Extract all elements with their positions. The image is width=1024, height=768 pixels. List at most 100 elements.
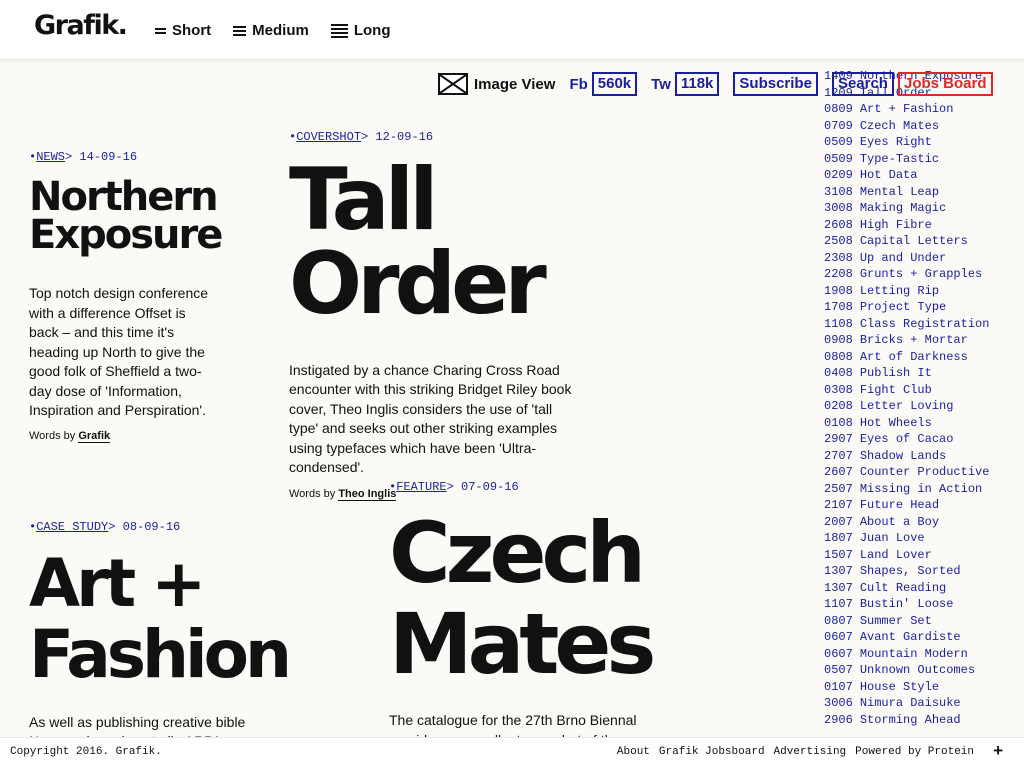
archive-item-date: 0107	[824, 679, 853, 694]
archive-item[interactable]: 2607 Counter Productive	[824, 464, 1024, 481]
archive-item-date: 2907	[824, 432, 853, 446]
archive-item-date: 2607	[824, 465, 853, 479]
archive-item[interactable]: 3006 Nimura Daisuke	[824, 695, 1024, 712]
archive-item-date: 2508	[824, 234, 853, 248]
twitter-count-button[interactable]: 118k	[674, 72, 720, 96]
archive-item-date: 0509	[824, 151, 853, 166]
footer-advertising-link[interactable]: Advertising	[774, 746, 847, 758]
archive-item-title: Avant Gardiste	[859, 630, 961, 644]
jobs-board-button[interactable]: Jobs Board	[897, 72, 993, 96]
archive-item[interactable]: 3008 Making Magic	[824, 200, 1024, 217]
archive-item[interactable]: 2507 Missing in Action	[824, 481, 1024, 498]
archive-item-title: Counter Productive	[859, 465, 990, 479]
archive-item[interactable]: 0509 Eyes Right	[824, 134, 1024, 151]
archive-item[interactable]: 0908 Bricks + Mortar	[824, 332, 1024, 349]
archive-item[interactable]: 2508 Capital Letters	[824, 233, 1024, 250]
category-link[interactable]: NEWS	[36, 150, 65, 164]
archive-item-title: Czech Mates	[859, 118, 940, 133]
category-link[interactable]: CASE STUDY	[36, 520, 108, 534]
archive-item-title: Juan Love	[859, 531, 925, 545]
long-lines-icon	[330, 23, 348, 38]
archive-item[interactable]: 0509 Type-Tastic	[824, 151, 1024, 168]
title-line: Northern	[29, 174, 219, 220]
archive-item-date: 0507	[824, 663, 853, 677]
archive-item[interactable]: 0709 Czech Mates	[824, 118, 1024, 135]
plus-icon[interactable]: +	[993, 741, 1003, 761]
article-meta: •CASE STUDY> 08-09-16	[29, 520, 181, 534]
archive-item[interactable]: 1708 Project Type	[824, 299, 1024, 316]
article-title[interactable]: Czech Mates	[389, 508, 709, 689]
archive-item[interactable]: 2707 Shadow Lands	[824, 448, 1024, 465]
archive-item[interactable]: 1108 Class Registration	[824, 316, 1024, 333]
archive-item-title: Bustin' Loose	[859, 597, 954, 611]
archive-item[interactable]: 0809 Art + Fashion	[824, 101, 1024, 118]
archive-item[interactable]: 2308 Up and Under	[824, 250, 1024, 267]
category-link[interactable]: FEATURE	[396, 480, 446, 494]
archive-item[interactable]: 0607 Mountain Modern	[824, 646, 1024, 663]
archive-item[interactable]: 0408 Publish It	[824, 365, 1024, 382]
article-meta: •COVERSHOT> 12-09-16	[289, 130, 434, 144]
byline-label: Words by	[29, 429, 76, 442]
archive-item[interactable]: 2608 High Fibre	[824, 217, 1024, 234]
twitter-label[interactable]: Tw	[651, 76, 671, 93]
archive-item[interactable]: 0108 Hot Wheels	[824, 415, 1024, 432]
archive-item[interactable]: 1307 Cult Reading	[824, 580, 1024, 597]
archive-item[interactable]: 0107 House Style	[824, 679, 1024, 696]
archive-item-date: 0908	[824, 333, 853, 347]
author-link[interactable]: Theo Inglis	[338, 487, 397, 501]
author-link[interactable]: Grafik	[78, 429, 111, 443]
archive-item[interactable]: 2107 Future Head	[824, 497, 1024, 514]
archive-item[interactable]: 2906 Storming Ahead	[824, 712, 1024, 729]
archive-item[interactable]: 0807 Summer Set	[824, 613, 1024, 630]
title-line: Czech	[389, 504, 646, 602]
archive-item[interactable]: 0208 Letter Loving	[824, 398, 1024, 415]
filter-long[interactable]: Long	[330, 22, 391, 39]
footer-jobsboard-link[interactable]: Grafik Jobsboard	[659, 746, 765, 758]
facebook-label[interactable]: Fb	[569, 76, 587, 93]
archive-item[interactable]: 0209 Hot Data	[824, 167, 1024, 184]
search-button[interactable]: Search	[831, 72, 894, 96]
article-meta: •FEATURE> 07-09-16	[389, 480, 519, 494]
archive-item[interactable]: 1107 Bustin' Loose	[824, 596, 1024, 613]
archive-item-title: Shapes, Sorted	[859, 564, 961, 578]
copyright-text: Copyright 2016. Grafik.	[10, 746, 162, 758]
archive-item[interactable]: 1307 Shapes, Sorted	[824, 563, 1024, 580]
archive-item-date: 2208	[824, 267, 853, 281]
archive-item-title: Future Head	[859, 498, 940, 512]
archive-item-date: 0408	[824, 366, 853, 380]
footer-about-link[interactable]: About	[617, 746, 650, 758]
archive-item-date: 0108	[824, 415, 853, 430]
archive-item[interactable]: 2907 Eyes of Cacao	[824, 431, 1024, 448]
filter-short[interactable]: Short	[155, 22, 211, 39]
article-title[interactable]: Tall Order	[289, 150, 589, 328]
footer-powered-link[interactable]: Powered by Protein	[855, 746, 974, 758]
article-card: •NEWS> 14-09-16 Northern Exposure Top no…	[29, 150, 229, 443]
archive-item[interactable]: 0507 Unknown Outcomes	[824, 662, 1024, 679]
image-view-toggle[interactable]: Image View	[438, 73, 555, 95]
category-link[interactable]: COVERSHOT	[296, 130, 361, 144]
utility-bar: Image View Fb 560k Tw 118k Subscribe Sea…	[438, 72, 1007, 96]
archive-item[interactable]: 1807 Juan Love	[824, 530, 1024, 547]
archive-item[interactable]: 2007 About a Boy	[824, 514, 1024, 531]
archive-item[interactable]: 0607 Avant Gardiste	[824, 629, 1024, 646]
archive-item-title: Unknown Outcomes	[859, 663, 976, 677]
archive-item[interactable]: 0808 Art of Darkness	[824, 349, 1024, 366]
archive-item[interactable]: 0308 Fight Club	[824, 382, 1024, 399]
filter-long-label: Long	[353, 22, 391, 39]
archive-item[interactable]: 1908 Letting Rip	[824, 283, 1024, 300]
site-logo[interactable]: Grafik.	[34, 10, 128, 41]
archive-item-date: 0807	[824, 613, 853, 628]
article-title[interactable]: Northern Exposure	[29, 174, 229, 255]
archive-item-date: 0308	[824, 382, 853, 397]
archive-item[interactable]: 2208 Grunts + Grapples	[824, 266, 1024, 283]
filter-medium[interactable]: Medium	[233, 22, 309, 39]
subscribe-button[interactable]: Subscribe	[733, 72, 818, 96]
title-line: Tall	[289, 150, 439, 250]
article-title[interactable]: Art + Fashion	[29, 548, 349, 691]
filter-medium-label: Medium	[252, 22, 309, 39]
archive-item-date: 1107	[824, 597, 853, 611]
archive-item[interactable]: 3108 Mental Leap	[824, 184, 1024, 201]
archive-item-title: Hot Wheels	[859, 415, 932, 430]
facebook-count-button[interactable]: 560k	[591, 72, 638, 96]
archive-item[interactable]: 1507 Land Lover	[824, 547, 1024, 564]
